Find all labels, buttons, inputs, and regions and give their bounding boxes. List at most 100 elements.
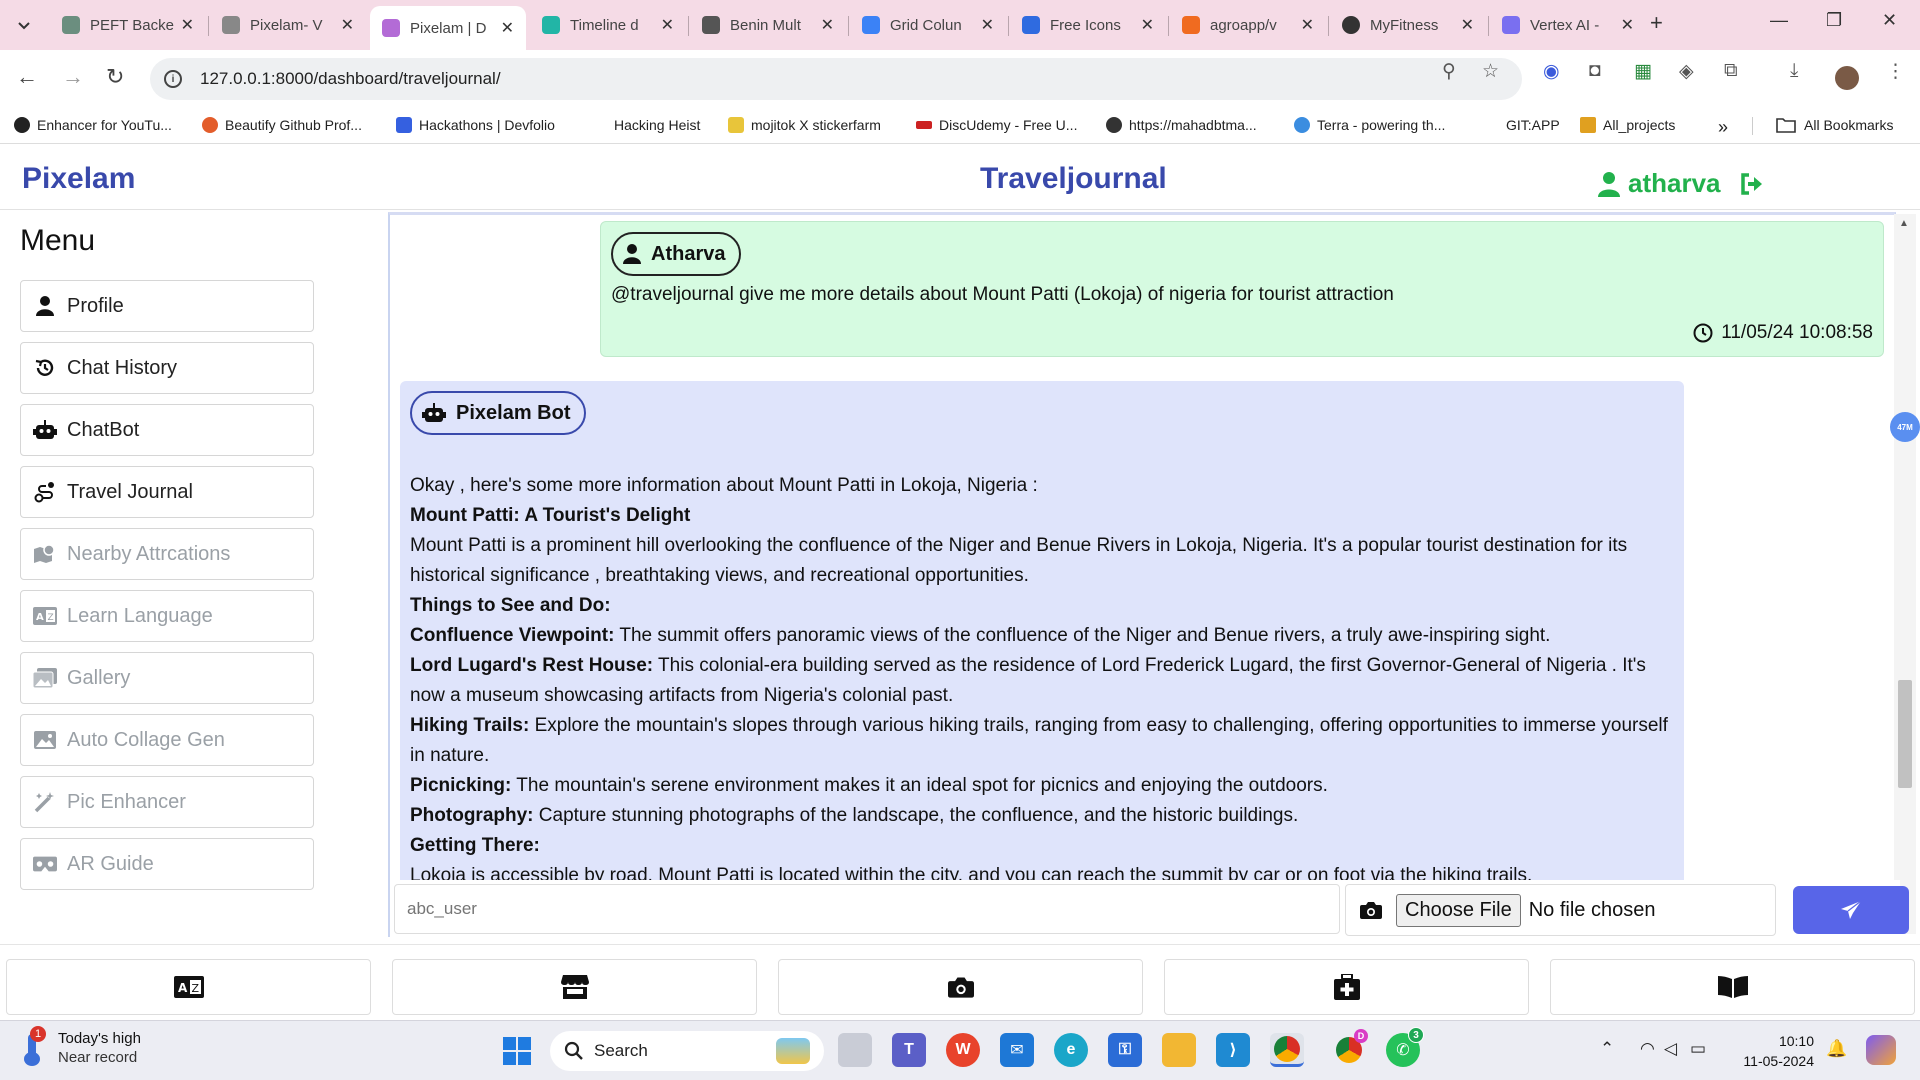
taskbar-search[interactable]: Search: [550, 1031, 824, 1071]
close-icon[interactable]: ✕: [1141, 15, 1154, 35]
site-info-icon[interactable]: i: [164, 70, 182, 88]
browser-tab[interactable]: MyFitness ✕: [1330, 6, 1486, 44]
extension-icon[interactable]: ◈: [1679, 60, 1694, 83]
logout-icon[interactable]: [1739, 172, 1765, 196]
back-button[interactable]: ←: [16, 64, 38, 90]
task-view-icon[interactable]: [838, 1033, 872, 1067]
message-input[interactable]: [394, 884, 1340, 934]
bottom-nav-book[interactable]: [1550, 959, 1915, 1015]
brand-logo[interactable]: Pixelam: [22, 162, 135, 196]
file-explorer-icon[interactable]: [1162, 1033, 1196, 1067]
sidebar-item-travel-journal[interactable]: Travel Journal: [20, 466, 314, 518]
vscode-icon[interactable]: ⟩: [1216, 1033, 1250, 1067]
close-icon[interactable]: ✕: [981, 15, 994, 35]
bookmark-item[interactable]: Terra - powering th...: [1294, 117, 1445, 133]
close-icon[interactable]: ✕: [1461, 15, 1474, 35]
scrollbar-thumb[interactable]: [1898, 680, 1912, 788]
browser-tab-active[interactable]: Pixelam | D ✕: [370, 6, 526, 50]
user-menu[interactable]: atharva: [1598, 168, 1773, 199]
close-window-button[interactable]: ✕: [1882, 10, 1897, 31]
tab-search-button[interactable]: [8, 12, 40, 38]
sidebar-item-pic-enhancer[interactable]: Pic Enhancer: [20, 776, 314, 828]
weather-widget[interactable]: 1 Today's high Near record: [22, 1026, 141, 1067]
bottom-nav-first-aid[interactable]: [1164, 959, 1529, 1015]
bookmark-item[interactable]: Hacking Heist: [614, 117, 700, 133]
close-icon[interactable]: ✕: [1621, 15, 1634, 35]
browser-tab[interactable]: PEFT Backe ✕: [50, 6, 206, 44]
bookmark-item[interactable]: Hackathons | Devfolio: [396, 117, 555, 133]
avatar[interactable]: [1835, 66, 1859, 90]
browser-tab[interactable]: Vertex AI - ✕: [1490, 6, 1646, 44]
bottom-nav-language[interactable]: AZ: [6, 959, 371, 1015]
sidebar-item-chat-history[interactable]: Chat History: [20, 342, 314, 394]
copilot-icon[interactable]: [1866, 1035, 1896, 1065]
address-bar[interactable]: i 127.0.0.1:8000/dashboard/traveljournal…: [150, 58, 1522, 100]
browser-tab[interactable]: Grid Colun ✕: [850, 6, 1006, 44]
sidebar-item-learn-language[interactable]: AZ Learn Language: [20, 590, 314, 642]
sidebar-item-auto-collage-gen[interactable]: Auto Collage Gen: [20, 714, 314, 766]
puzzle-icon[interactable]: ⧉: [1724, 60, 1738, 82]
chat-scrollbar[interactable]: ▲: [1894, 214, 1916, 934]
restore-button[interactable]: ❐: [1826, 10, 1842, 31]
sidebar-item-profile[interactable]: Profile: [20, 280, 314, 332]
download-icon[interactable]: ⤓: [1790, 60, 1798, 82]
battery-icon[interactable]: ▭: [1690, 1039, 1706, 1059]
mail-icon[interactable]: ✉: [1000, 1033, 1034, 1067]
bottom-nav-camera[interactable]: [778, 959, 1143, 1015]
system-clock[interactable]: 10:10 11-05-2024: [1738, 1031, 1814, 1071]
location-pin-icon[interactable]: ⚲: [1442, 60, 1456, 83]
sidebar-item-ar-guide[interactable]: AR Guide: [20, 838, 314, 890]
forward-button[interactable]: →: [62, 64, 84, 90]
volume-icon[interactable]: ◁: [1664, 1039, 1677, 1059]
all-bookmarks-button[interactable]: All Bookmarks: [1776, 117, 1893, 133]
chrome-icon[interactable]: [1270, 1033, 1304, 1067]
close-icon[interactable]: ✕: [181, 15, 194, 35]
close-icon[interactable]: ✕: [1301, 15, 1314, 35]
bookmark-item[interactable]: All_projects: [1580, 117, 1675, 133]
tray-overflow-icon[interactable]: ⌃: [1600, 1039, 1614, 1059]
close-icon[interactable]: ✕: [501, 18, 514, 38]
close-icon[interactable]: ✕: [661, 15, 674, 35]
extension-icon[interactable]: ◉: [1543, 60, 1560, 83]
camera-extension-icon[interactable]: ◘: [1589, 60, 1600, 82]
bookmark-item[interactable]: mojitok X stickerfarm: [728, 117, 881, 133]
file-upload[interactable]: Choose File No file chosen: [1345, 884, 1776, 936]
sidebar-item-chatbot[interactable]: ChatBot: [20, 404, 314, 456]
whatsapp-icon[interactable]: ✆ 3: [1386, 1027, 1424, 1067]
bookmark-star-icon[interactable]: ☆: [1482, 60, 1499, 83]
bottom-nav-store[interactable]: [392, 959, 757, 1015]
windows-start-button[interactable]: [500, 1034, 534, 1068]
browser-tab[interactable]: Free Icons ✕: [1010, 6, 1166, 44]
calendar-extension-icon[interactable]: ▦: [1634, 60, 1652, 83]
send-button[interactable]: [1793, 886, 1909, 934]
bookmark-item[interactable]: Enhancer for YouTu...: [14, 117, 172, 133]
teams-icon[interactable]: T: [892, 1033, 926, 1067]
sidebar-item-gallery[interactable]: Gallery: [20, 652, 314, 704]
edge-icon[interactable]: e: [1054, 1033, 1088, 1067]
bookmark-item[interactable]: https://mahadbtma...: [1106, 117, 1257, 133]
minimize-button[interactable]: —: [1770, 10, 1788, 31]
bookmark-item[interactable]: DiscUdemy - Free U...: [916, 117, 1077, 133]
floating-extension-badge[interactable]: 47M: [1890, 412, 1920, 442]
browser-tab[interactable]: Pixelam- V ✕: [210, 6, 366, 44]
bookmark-item[interactable]: GIT:APP: [1506, 117, 1560, 133]
sidebar-item-nearby-attractions[interactable]: Nearby Attrcations: [20, 528, 314, 580]
office-icon[interactable]: W: [946, 1033, 980, 1067]
new-tab-button[interactable]: +: [1650, 10, 1663, 36]
more-menu-icon[interactable]: ⋮: [1886, 60, 1905, 83]
browser-tab[interactable]: Benin Mult ✕: [690, 6, 846, 44]
chrome-profile-icon[interactable]: D: [1332, 1029, 1368, 1067]
reload-button[interactable]: ↻: [106, 64, 124, 90]
close-icon[interactable]: ✕: [341, 15, 354, 35]
notification-bell-icon[interactable]: 🔔: [1826, 1039, 1847, 1059]
bot-list-item: Confluence Viewpoint: The summit offers …: [410, 621, 1672, 651]
scroll-up-arrow-icon[interactable]: ▲: [1899, 218, 1909, 229]
close-icon[interactable]: ✕: [821, 15, 834, 35]
wifi-icon[interactable]: ◠: [1640, 1039, 1655, 1059]
security-app-icon[interactable]: ⚿: [1108, 1033, 1142, 1067]
browser-tab[interactable]: Timeline d ✕: [530, 6, 686, 44]
chevron-double-right-icon[interactable]: »: [1718, 117, 1728, 138]
choose-file-button[interactable]: Choose File: [1396, 893, 1521, 927]
bookmark-item[interactable]: Beautify Github Prof...: [202, 117, 362, 133]
browser-tab[interactable]: agroapp/v ✕: [1170, 6, 1326, 44]
